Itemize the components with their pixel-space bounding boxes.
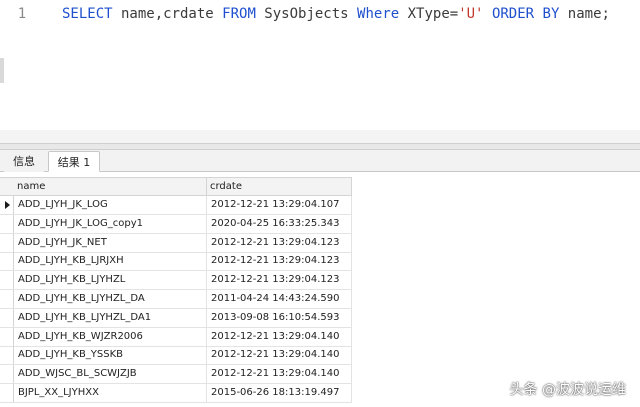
cell-name[interactable]: ADD_LJYH_KB_YSSKB: [14, 346, 207, 365]
pane-splitter[interactable]: [0, 143, 640, 150]
row-selector[interactable]: [0, 365, 14, 384]
sql-keyword: ORDER BY: [491, 6, 560, 22]
cell-crdate[interactable]: 2012-12-21 13:29:04.123: [207, 271, 352, 290]
table-row[interactable]: ADD_LJYH_KB_YSSKB 2012-12-21 13:29:04.140: [0, 346, 352, 366]
sql-text: name;: [559, 6, 610, 22]
sql-text: name,crdate: [112, 6, 223, 22]
sql-client-window: 1 SELECT name,crdate FROM SysObjects Whe…: [0, 0, 640, 407]
sql-string-literal: 'U': [458, 6, 484, 22]
sql-text: SysObjects: [255, 6, 358, 22]
row-selector[interactable]: [0, 327, 14, 346]
watermark: 头条 @波波说运维: [509, 382, 626, 398]
cell-name[interactable]: ADD_LJYH_JK_LOG: [14, 196, 207, 214]
row-selector[interactable]: [0, 252, 14, 271]
row-selector[interactable]: [0, 290, 14, 308]
cell-name[interactable]: ADD_LJYH_KB_LJYHZL_DA1: [14, 308, 207, 327]
result-tab-bar: 信息 结果 1: [0, 150, 640, 172]
grid-header: name crdate: [0, 177, 352, 196]
line-number-gutter: 1: [0, 0, 44, 143]
table-row[interactable]: ADD_LJYH_JK_NET 2012-12-21 13:29:04.123: [0, 233, 352, 253]
cell-name[interactable]: ADD_LJYH_JK_LOG_copy1: [14, 214, 207, 233]
cell-crdate[interactable]: 2012-12-21 13:29:04.140: [207, 346, 352, 365]
table-row[interactable]: ADD_LJYH_KB_LJYHZL_DA1 2013-09-08 16:10:5…: [0, 308, 352, 328]
row-selector[interactable]: [0, 384, 14, 402]
table-row[interactable]: ADD_LJYH_KB_LJYHZL 2012-12-21 13:29:04.12…: [0, 271, 352, 291]
cell-name[interactable]: ADD_LJYH_KB_LJRJXH: [14, 252, 207, 271]
column-header-crdate[interactable]: crdate: [207, 178, 352, 195]
cell-name[interactable]: BJPL_XX_LJYHXX: [14, 384, 207, 402]
cell-name[interactable]: ADD_LJYH_KB_LJYHZL: [14, 271, 207, 290]
editor-horizontal-scrollbar[interactable]: [0, 130, 640, 143]
cell-name[interactable]: ADD_LJYH_KB_WJZR2006: [14, 327, 207, 346]
row-selector[interactable]: [0, 308, 14, 327]
cell-crdate[interactable]: 2012-12-21 13:29:04.123: [207, 252, 352, 271]
cell-crdate[interactable]: 2015-06-26 18:13:19.497: [207, 384, 352, 402]
table-row[interactable]: BJPL_XX_LJYHXX 2015-06-26 18:13:19.497: [0, 384, 352, 403]
row-selector[interactable]: [0, 346, 14, 365]
current-row-arrow-icon: [5, 201, 10, 209]
sql-editor[interactable]: 1 SELECT name,crdate FROM SysObjects Whe…: [0, 0, 640, 143]
table-row[interactable]: ADD_LJYH_KB_WJZR2006 2012-12-21 13:29:04.…: [0, 327, 352, 347]
table-row[interactable]: ADD_WJSC_BL_SCWJZJB 2012-12-21 13:29:04.1…: [0, 365, 352, 385]
table-row[interactable]: ADD_LJYH_JK_LOG 2012-12-21 13:29:04.107: [0, 196, 352, 215]
row-selector[interactable]: [0, 233, 14, 252]
cell-crdate[interactable]: 2012-12-21 13:29:04.123: [207, 233, 352, 252]
table-row[interactable]: ADD_LJYH_JK_LOG_copy1 2020-04-25 16:33:25…: [0, 214, 352, 234]
sql-query-line[interactable]: SELECT name,crdate FROM SysObjects Where…: [62, 5, 610, 23]
result-grid[interactable]: name crdate ADD_LJYH_JK_LOG 2012-12-21 13…: [0, 172, 640, 407]
cell-name[interactable]: ADD_LJYH_KB_LJYHZL_DA: [14, 290, 207, 308]
row-selector[interactable]: [0, 196, 14, 214]
sql-text: XType=: [399, 6, 459, 22]
editor-margin-marker: [0, 58, 4, 83]
sql-keyword: Where: [357, 6, 400, 22]
line-number: 1: [17, 6, 27, 22]
sql-keyword: FROM: [222, 6, 256, 22]
cell-name[interactable]: ADD_WJSC_BL_SCWJZJB: [14, 365, 207, 384]
cell-crdate[interactable]: 2013-09-08 16:10:54.593: [207, 308, 352, 327]
row-selector[interactable]: [0, 214, 14, 233]
cell-crdate[interactable]: 2011-04-24 14:43:24.590: [207, 290, 352, 308]
tab-info[interactable]: 信息: [4, 151, 44, 172]
cell-name[interactable]: ADD_LJYH_JK_NET: [14, 233, 207, 252]
column-header-name[interactable]: name: [14, 178, 207, 195]
tab-result-1[interactable]: 结果 1: [48, 151, 100, 172]
cell-crdate[interactable]: 2012-12-21 13:29:04.107: [207, 196, 352, 214]
row-selector[interactable]: [0, 271, 14, 290]
sql-keyword: SELECT: [62, 6, 113, 22]
cell-crdate[interactable]: 2012-12-21 13:29:04.140: [207, 365, 352, 384]
cell-crdate[interactable]: 2020-04-25 16:33:25.343: [207, 214, 352, 233]
cell-crdate[interactable]: 2012-12-21 13:29:04.140: [207, 327, 352, 346]
table-row[interactable]: ADD_LJYH_KB_LJYHZL_DA 2011-04-24 14:43:24…: [0, 290, 352, 309]
table-row[interactable]: ADD_LJYH_KB_LJRJXH 2012-12-21 13:29:04.12…: [0, 252, 352, 272]
